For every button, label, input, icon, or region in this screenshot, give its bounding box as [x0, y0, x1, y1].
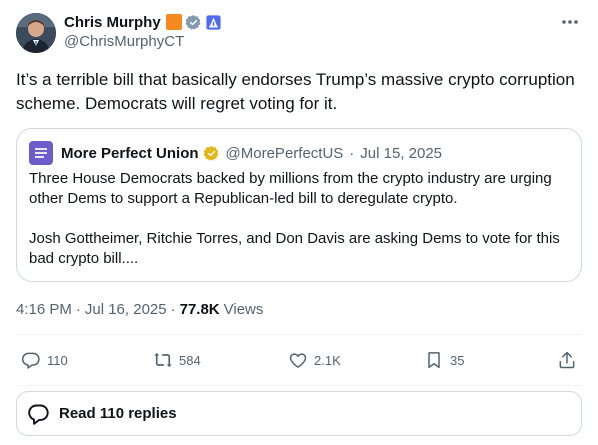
action-bar: 110 584 2.1K 35 — [16, 346, 582, 374]
post-date[interactable]: Jul 16, 2025 — [85, 301, 167, 318]
more-options-button[interactable] — [558, 12, 582, 32]
quoted-post-card[interactable]: More Perfect Union @MorePerfectUS · Jul … — [16, 128, 582, 282]
author-avatar[interactable] — [16, 13, 56, 53]
post-metadata: 4:16 PM · Jul 16, 2025 · 77.8K Views — [16, 299, 263, 319]
repost-icon — [154, 352, 172, 368]
repost-count: 584 — [179, 352, 201, 368]
quoted-paragraph: Three House Democrats backed by millions… — [29, 170, 552, 207]
meta-separator: · — [75, 300, 81, 318]
repost-button[interactable]: 584 — [153, 346, 201, 374]
reply-count: 110 — [47, 352, 68, 368]
quoted-author-handle: @MorePerfectUS — [225, 144, 344, 162]
quoted-post-header: More Perfect Union @MorePerfectUS · Jul … — [29, 141, 442, 165]
meta-separator: · — [170, 300, 176, 318]
bookmark-button[interactable]: 35 — [424, 346, 464, 374]
divider — [16, 385, 582, 386]
post-time[interactable]: 4:16 PM — [16, 301, 72, 318]
gold-verified-badge-icon — [203, 145, 218, 161]
verified-badge-icon — [185, 14, 201, 30]
views-count: 77.8K — [179, 300, 220, 318]
reply-button[interactable]: 110 — [21, 346, 68, 374]
like-button[interactable]: 2.1K — [288, 346, 341, 374]
heart-icon — [289, 353, 307, 368]
quoted-post-date: Jul 15, 2025 — [360, 144, 443, 162]
bookmark-icon — [428, 352, 440, 369]
bookmark-count: 35 — [450, 352, 465, 368]
author-handle[interactable]: @ChrisMurphyCT — [64, 33, 184, 50]
share-button[interactable] — [557, 346, 577, 374]
views-label: Views — [223, 300, 264, 318]
author-name[interactable]: Chris Murphy — [64, 14, 161, 31]
quoted-meta-separator: · — [349, 144, 355, 162]
conversation-bubble-icon — [28, 404, 49, 425]
tweet-header: Chris Murphy @ChrisMurphyCT — [16, 12, 582, 54]
post-text: It’s a terrible bill that basically endo… — [16, 70, 575, 113]
quoted-author-name: More Perfect Union — [61, 144, 199, 162]
quoted-paragraph: Josh Gottheimer, Ritchie Torres, and Don… — [29, 230, 560, 267]
read-replies-button[interactable]: Read 110 replies — [16, 391, 582, 436]
like-count: 2.1K — [314, 352, 341, 368]
reply-icon — [21, 352, 40, 369]
quoted-post-text: Three House Democrats backed by millions… — [29, 169, 574, 269]
more-dots-icon — [562, 20, 578, 24]
orange-square-icon — [165, 14, 182, 30]
capitol-building-icon — [206, 14, 221, 30]
read-replies-label: Read 110 replies — [59, 405, 177, 422]
divider — [16, 334, 582, 335]
share-icon — [559, 351, 575, 369]
quoted-author-avatar — [29, 141, 53, 165]
author-name-row: Chris Murphy — [64, 12, 222, 32]
